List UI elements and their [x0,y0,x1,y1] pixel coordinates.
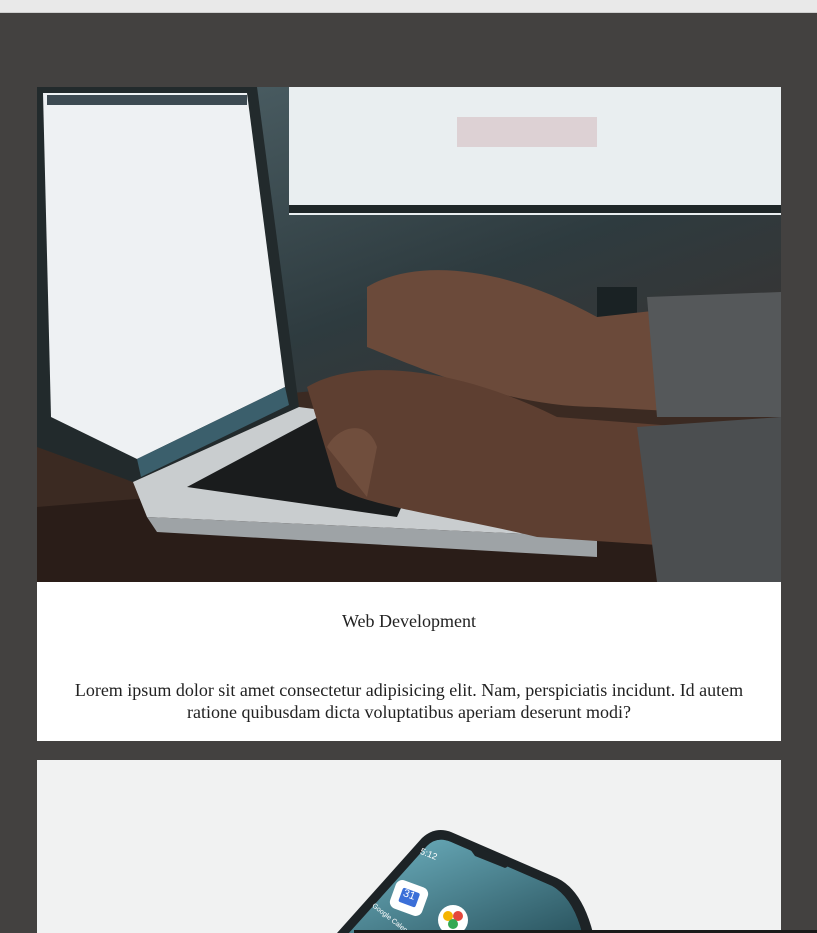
browser-top-bar [0,0,817,13]
card-image-laptop [37,87,781,582]
card-image-phone: 5:12 31 Google Calendar [37,760,781,933]
card-description: Lorem ipsum dolor sit amet consectetur a… [74,680,744,722]
card-title: Web Development [341,611,476,631]
service-card-web-development: Web Development Lorem ipsum dolor sit am… [37,87,781,741]
service-card-mobile: 5:12 31 Google Calendar [37,760,781,933]
